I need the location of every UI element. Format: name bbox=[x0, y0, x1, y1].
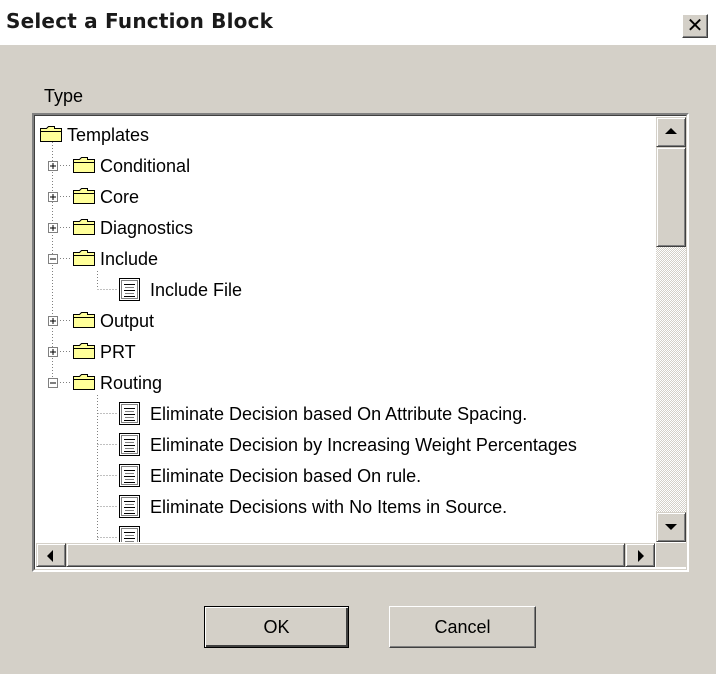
expand-conditional-icon bbox=[48, 161, 58, 171]
expand-output-icon bbox=[48, 316, 58, 326]
tree-node-label: PRT bbox=[100, 342, 136, 362]
vertical-scrollbar[interactable] bbox=[656, 117, 686, 542]
tree-node-label: Include bbox=[100, 249, 159, 269]
collapse-include-icon bbox=[48, 254, 58, 264]
horizontal-scroll-thumb[interactable] bbox=[66, 543, 625, 567]
tree-node-routing-item[interactable]: Eliminate Decision based On rule. bbox=[150, 460, 421, 492]
core-folder-icon bbox=[73, 188, 95, 204]
expand-core-icon bbox=[48, 192, 58, 202]
close-icon: ✕ bbox=[686, 13, 704, 37]
templates-folder-icon bbox=[40, 126, 62, 142]
type-label: Type bbox=[44, 86, 84, 106]
tree-viewport[interactable]: Templates Conditional Core Diagnostics I… bbox=[36, 117, 655, 542]
routing-document-icon-1 bbox=[119, 402, 140, 425]
function-block-tree[interactable]: Templates Conditional Core Diagnostics I… bbox=[32, 113, 689, 572]
tree-node-routing[interactable]: Routing bbox=[100, 367, 162, 399]
expand-diagnostics-icon bbox=[48, 223, 58, 233]
tree-node-include-file[interactable]: Include File bbox=[150, 274, 242, 306]
scroll-right-button[interactable] bbox=[625, 543, 655, 567]
collapse-routing-icon bbox=[48, 378, 58, 388]
routing-document-icon-5 bbox=[119, 526, 140, 542]
tree-node-routing-item[interactable]: Eliminate Decision by Increasing Weight … bbox=[150, 429, 577, 461]
routing-document-icon-2 bbox=[119, 433, 140, 456]
arrow-down-icon bbox=[665, 524, 677, 530]
tree-node-label: Output bbox=[100, 311, 155, 331]
tree-node-label: Include File bbox=[150, 280, 243, 300]
tree-node-label: Eliminate Decision based On Attribute Sp… bbox=[150, 404, 528, 424]
tree-node-conditional[interactable]: Conditional bbox=[100, 150, 190, 182]
tree-node-diagnostics[interactable]: Diagnostics bbox=[100, 212, 193, 244]
arrow-left-icon bbox=[47, 550, 53, 562]
tree-node-core[interactable]: Core bbox=[100, 181, 139, 213]
include-file-document-icon bbox=[119, 278, 140, 301]
arrow-right-icon bbox=[638, 550, 644, 562]
include-folder-icon bbox=[73, 250, 95, 266]
dialog-title: Select a Function Block bbox=[6, 9, 274, 33]
tree-node-prt[interactable]: PRT bbox=[100, 336, 136, 368]
scroll-corner bbox=[656, 543, 686, 567]
horizontal-scrollbar[interactable] bbox=[36, 543, 655, 567]
close-button[interactable]: ✕ bbox=[682, 14, 708, 38]
tree-node-label: Eliminate Decisions with No Items in Sou… bbox=[150, 497, 508, 517]
vertical-scroll-thumb[interactable] bbox=[656, 147, 686, 247]
tree-node-include[interactable]: Include bbox=[100, 243, 158, 275]
scroll-down-button[interactable] bbox=[656, 512, 686, 542]
tree-node-output[interactable]: Output bbox=[100, 305, 154, 337]
tree-node-routing-item[interactable]: Eliminate Decision based On Attribute Sp… bbox=[150, 398, 527, 430]
scroll-up-button[interactable] bbox=[656, 117, 686, 147]
routing-folder-icon bbox=[73, 374, 95, 390]
tree-node-templates[interactable]: Templates bbox=[67, 119, 149, 151]
tree-node-label: Eliminate Decision by Increasing Weight … bbox=[150, 435, 577, 455]
cancel-button[interactable]: Cancel bbox=[389, 606, 536, 648]
tree-node-label: Conditional bbox=[100, 156, 191, 176]
tree-node-label: Core bbox=[100, 187, 140, 207]
routing-document-icon-3 bbox=[119, 464, 140, 487]
tree-node-label: Eliminate Decision based On rule. bbox=[150, 466, 422, 486]
output-folder-icon bbox=[73, 312, 95, 328]
ok-button[interactable]: OK bbox=[204, 606, 349, 648]
conditional-folder-icon bbox=[73, 157, 95, 173]
title-bar: Select a Function Block ✕ bbox=[0, 0, 716, 45]
prt-folder-icon bbox=[73, 343, 95, 359]
routing-document-icon-4 bbox=[119, 495, 140, 518]
arrow-up-icon bbox=[665, 128, 677, 134]
diagnostics-folder-icon bbox=[73, 219, 95, 235]
tree-node-label: Templates bbox=[67, 125, 150, 145]
select-function-block-dialog: Select a Function Block ✕ Type Templates… bbox=[0, 0, 716, 674]
tree-node-routing-item[interactable]: Eliminate Decisions with No Items in Sou… bbox=[150, 491, 507, 523]
tree-node-label: Diagnostics bbox=[100, 218, 194, 238]
tree-node-label: Routing bbox=[100, 373, 163, 393]
expand-prt-icon bbox=[48, 347, 58, 357]
scroll-left-button[interactable] bbox=[36, 543, 66, 567]
